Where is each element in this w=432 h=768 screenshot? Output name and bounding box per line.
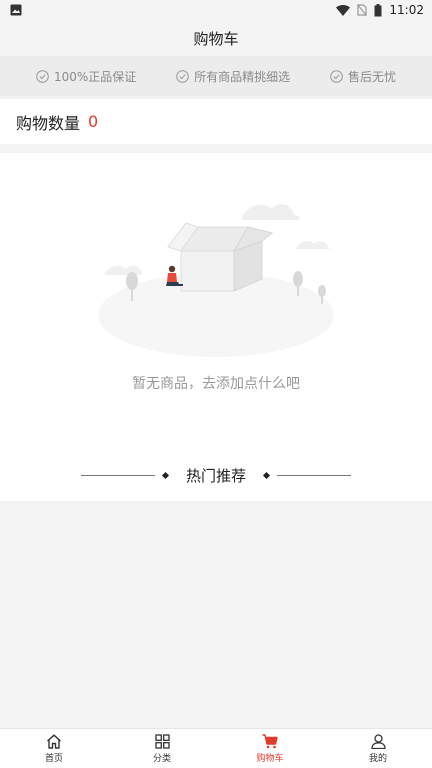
divider-line bbox=[277, 474, 351, 476]
cart-count-value: 0 bbox=[88, 112, 99, 131]
user-icon bbox=[370, 733, 386, 749]
status-bar: 11:02 bbox=[0, 0, 432, 20]
status-time: 11:02 bbox=[389, 3, 424, 17]
battery-icon bbox=[374, 3, 382, 16]
empty-cart-illustration bbox=[98, 204, 334, 357]
home-icon bbox=[47, 734, 61, 749]
check-circle-icon bbox=[176, 69, 189, 83]
empty-cart-message: 暂无商品，去添加点什么吧 bbox=[132, 376, 300, 392]
title-bar: 购物车 bbox=[0, 20, 432, 56]
hot-recommend-title: 热门推荐 bbox=[185, 466, 246, 485]
nav-profile[interactable]: 我的 bbox=[324, 729, 432, 768]
cart-count-label: 购物数量 bbox=[16, 113, 81, 133]
nav-category[interactable]: 分类 bbox=[108, 729, 216, 768]
guarantee-label: 100%正品保证 bbox=[53, 69, 137, 84]
grid-icon bbox=[154, 733, 170, 749]
guarantee-label: 售后无忧 bbox=[348, 69, 397, 84]
guarantee-item: 100%正品保证 bbox=[36, 68, 136, 85]
check-circle-icon bbox=[330, 69, 343, 83]
divider-line bbox=[80, 474, 155, 476]
wifi-icon bbox=[336, 4, 351, 16]
check-circle-icon bbox=[36, 69, 49, 83]
guarantee-item: 所有商品精挑细选 bbox=[176, 68, 290, 85]
nav-home[interactable]: 首页 bbox=[0, 729, 108, 768]
bottom-nav: 首页 分类 购物车 我的 bbox=[0, 728, 432, 768]
cart-count-bar: 购物数量 0 bbox=[0, 99, 432, 144]
no-sim-icon bbox=[357, 4, 368, 16]
nav-home-label: 首页 bbox=[44, 753, 63, 764]
nav-profile-label: 我的 bbox=[368, 753, 387, 764]
page-title: 购物车 bbox=[193, 29, 239, 48]
nav-cart[interactable]: 购物车 bbox=[216, 729, 324, 768]
cart-icon bbox=[262, 733, 278, 748]
empty-cart-section: 暂无商品，去添加点什么吧 热门推荐 bbox=[0, 153, 432, 501]
nav-category-label: 分类 bbox=[152, 753, 171, 764]
nav-cart-label: 购物车 bbox=[256, 753, 284, 764]
guarantee-label: 所有商品精挑细选 bbox=[194, 69, 291, 84]
hot-recommend-header: 热门推荐 bbox=[0, 461, 432, 489]
guarantee-item: 售后无忧 bbox=[330, 68, 396, 85]
diamond-icon bbox=[262, 471, 271, 479]
diamond-icon bbox=[161, 471, 170, 479]
guarantee-bar: 100%正品保证 所有商品精挑细选 售后无忧 bbox=[0, 56, 432, 96]
image-icon bbox=[10, 4, 22, 16]
